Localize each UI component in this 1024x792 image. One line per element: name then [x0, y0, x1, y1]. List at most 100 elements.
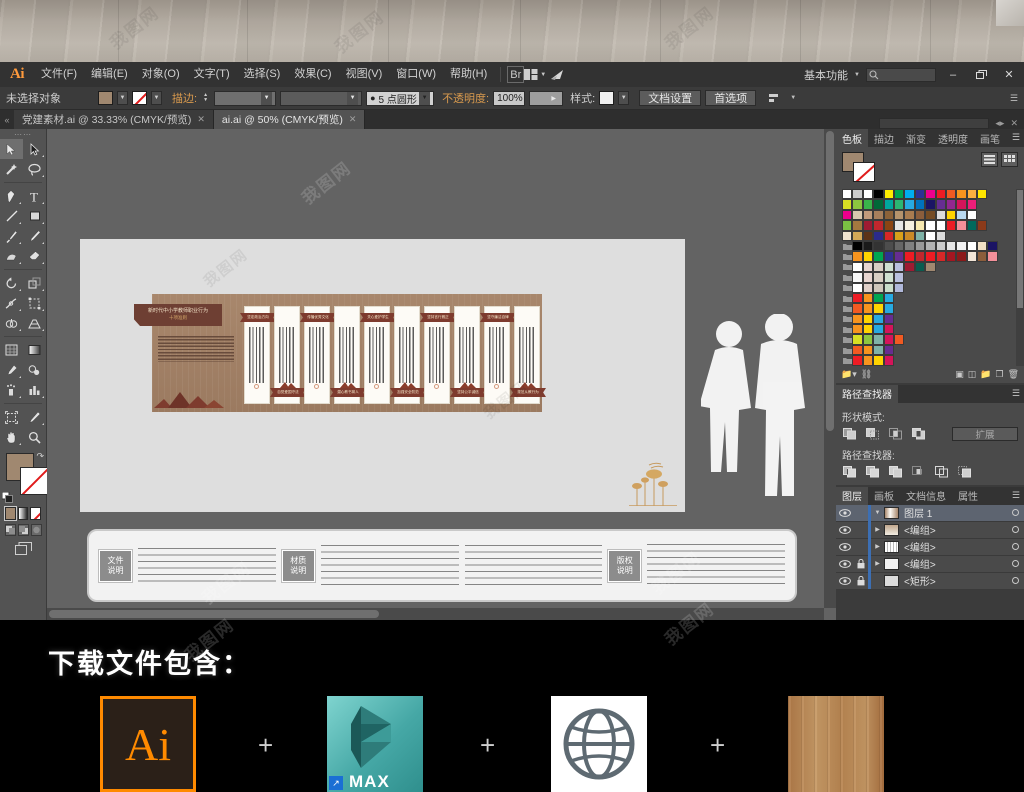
swatch-cell[interactable]: [935, 220, 946, 231]
swatch-scrollbar[interactable]: [1016, 189, 1024, 366]
color-group-folder-icon[interactable]: [842, 272, 852, 282]
swatch-cell[interactable]: [883, 230, 894, 241]
artboard-tool[interactable]: [0, 407, 23, 427]
swatch-cell[interactable]: [852, 189, 863, 200]
swatch-cell[interactable]: [862, 303, 874, 314]
wall-panel-1[interactable]: 自觉爱国守法: [270, 306, 306, 404]
color-group-folder-icon[interactable]: [842, 251, 852, 261]
wall-panel-3[interactable]: 潜心教书育人: [330, 306, 366, 404]
target-indicator[interactable]: [1007, 509, 1024, 517]
lock-icon[interactable]: [853, 575, 868, 586]
perspective-grid-tool[interactable]: [23, 313, 46, 333]
swatch-cell[interactable]: [873, 199, 884, 210]
swatch-cell[interactable]: [883, 240, 894, 252]
swatch-cell[interactable]: [914, 240, 926, 252]
swatch-cell[interactable]: [873, 220, 884, 231]
draw-inside-icon[interactable]: [31, 524, 42, 536]
swatch-cell[interactable]: [883, 324, 894, 335]
swatch-cell[interactable]: [883, 344, 894, 356]
layer-row-4[interactable]: <矩形>: [836, 572, 1024, 590]
swatch-cell[interactable]: [925, 240, 936, 252]
swatch-cell[interactable]: [862, 240, 874, 252]
shaper-tool[interactable]: [0, 246, 23, 266]
panel-menu-icon[interactable]: ☰: [1012, 388, 1020, 399]
swatch-cell[interactable]: [914, 230, 926, 241]
wall-panel-4[interactable]: 关心爱护学生: [360, 306, 396, 404]
chevron-down-icon[interactable]: ▼: [347, 91, 359, 105]
scrollbar-thumb[interactable]: [826, 131, 834, 431]
swatch-cell[interactable]: [883, 261, 894, 273]
grid-view-icon[interactable]: [1001, 152, 1018, 167]
swatch-cell[interactable]: [852, 313, 863, 325]
close-icon[interactable]: ✕: [349, 114, 357, 125]
swatch-cell[interactable]: [904, 220, 915, 231]
swatch-cell[interactable]: [862, 292, 874, 304]
layer-row-2[interactable]: ▶ <编组>: [836, 538, 1024, 556]
restore-button[interactable]: [970, 65, 992, 84]
swatch-cell[interactable]: [852, 272, 863, 283]
draw-behind-icon[interactable]: [18, 524, 29, 536]
align-icon[interactable]: [764, 90, 786, 107]
swatch-cell[interactable]: [883, 303, 894, 314]
stroke-proxy-swatch[interactable]: [853, 162, 875, 182]
swatch-cell[interactable]: [873, 261, 884, 273]
color-group-folder-icon[interactable]: [842, 241, 852, 251]
screen-mode-button[interactable]: [0, 538, 46, 555]
panel-menu-icon[interactable]: ☰: [1012, 132, 1020, 143]
swatch-cell[interactable]: [904, 199, 915, 210]
default-fill-stroke-icon[interactable]: [1, 491, 13, 503]
draw-normal-icon[interactable]: [5, 524, 16, 536]
chevron-down-icon[interactable]: ▼: [419, 91, 431, 105]
panel-menu-icon[interactable]: ☰: [1010, 93, 1024, 104]
swatch-cell[interactable]: [852, 220, 863, 231]
tab-swatches[interactable]: 色板: [836, 129, 868, 147]
swatch-cell[interactable]: [873, 324, 884, 335]
canvas-area[interactable]: 新时代中小学教师职业行为 十项准则 坚定政治方向 自觉爱国守法 传播优秀文化 潜…: [47, 129, 836, 620]
swatch-cell[interactable]: [904, 230, 915, 241]
column-graph-tool[interactable]: [23, 380, 46, 400]
swatch-cell[interactable]: [883, 313, 894, 325]
eye-icon[interactable]: [836, 559, 853, 568]
fill-swatch[interactable]: [98, 91, 113, 105]
tab-brushes[interactable]: 画笔: [974, 129, 1006, 147]
swatch-cell[interactable]: [977, 220, 988, 231]
swatch-cell[interactable]: [925, 230, 936, 241]
swatch-cell[interactable]: [862, 324, 874, 335]
rotate-tool[interactable]: [0, 273, 23, 293]
swatch-cell[interactable]: [977, 251, 988, 262]
swatch-cell[interactable]: [893, 199, 905, 210]
expand-button[interactable]: 扩展: [952, 426, 1018, 441]
swatch-cell[interactable]: [904, 261, 915, 273]
swatch-cell[interactable]: [873, 303, 884, 314]
target-indicator[interactable]: [1007, 560, 1024, 568]
swatch-cell[interactable]: [842, 209, 853, 221]
width-tool[interactable]: [0, 293, 23, 313]
canvas-horizontal-scrollbar[interactable]: [47, 608, 824, 620]
color-group-folder-icon[interactable]: [842, 334, 852, 344]
swatch-cell[interactable]: [883, 199, 894, 210]
swatch-cell[interactable]: [925, 251, 936, 262]
swatch-cell[interactable]: [966, 209, 978, 221]
type-tool[interactable]: T: [23, 186, 46, 206]
swatch-cell[interactable]: [966, 240, 978, 252]
stroke-weight-input[interactable]: ▼: [214, 90, 277, 106]
intersect-icon[interactable]: [888, 427, 904, 441]
new-swatch-icon[interactable]: ❐: [995, 369, 1003, 380]
trim-icon[interactable]: [865, 465, 881, 479]
wall-panel-9[interactable]: 规范从教行为: [510, 306, 546, 404]
swatch-cell[interactable]: [873, 209, 884, 221]
swatch-cell[interactable]: [893, 240, 905, 252]
scale-tool[interactable]: [23, 273, 46, 293]
fill-dropdown-arrow[interactable]: ▼: [117, 91, 128, 105]
swatch-cell[interactable]: [935, 209, 946, 221]
swatch-cell[interactable]: [977, 189, 988, 200]
swatch-cell[interactable]: [862, 189, 874, 200]
selection-tool[interactable]: [0, 139, 23, 159]
expand-triangle-icon[interactable]: ▶: [871, 560, 884, 567]
swatch-cell[interactable]: [842, 220, 853, 231]
tab-transparency[interactable]: 透明度: [932, 129, 974, 147]
minimize-button[interactable]: –: [942, 65, 964, 84]
swatch-cell[interactable]: [862, 355, 874, 366]
chevron-down-icon[interactable]: ▼: [790, 95, 796, 101]
crop-icon[interactable]: [911, 465, 927, 479]
